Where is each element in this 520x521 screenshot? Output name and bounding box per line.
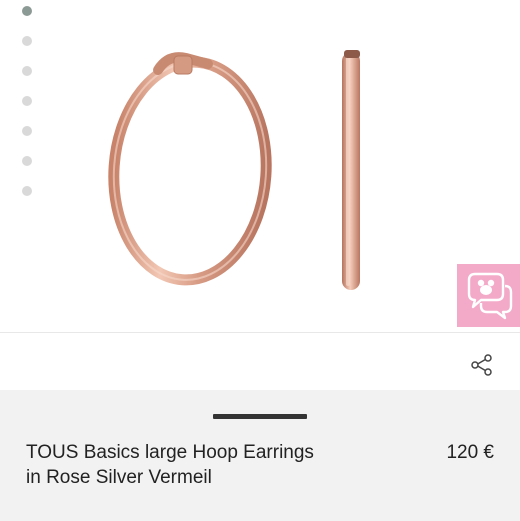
product-price: 120 € bbox=[446, 442, 494, 463]
chat-button[interactable] bbox=[457, 264, 520, 327]
share-button[interactable] bbox=[470, 353, 494, 377]
share-icon bbox=[471, 354, 492, 376]
sheet-drag-handle[interactable] bbox=[213, 414, 307, 419]
product-name: TOUS Basics large Hoop Earrings in Rose … bbox=[26, 442, 314, 488]
gallery-dot-1[interactable] bbox=[22, 6, 32, 16]
front-hoop bbox=[108, 52, 272, 286]
gallery-dot-5[interactable] bbox=[22, 126, 32, 136]
product-image[interactable] bbox=[90, 40, 390, 302]
chat-bubbles-icon bbox=[467, 272, 513, 320]
gallery-dot-2[interactable] bbox=[22, 36, 32, 46]
gallery-dot-7[interactable] bbox=[22, 186, 32, 196]
side-hoop bbox=[342, 50, 360, 290]
product-gallery[interactable] bbox=[0, 0, 520, 332]
gallery-dot-4[interactable] bbox=[22, 96, 32, 106]
gallery-dot-3[interactable] bbox=[22, 66, 32, 76]
product-info-sheet[interactable]: TOUS Basics large Hoop Earrings in Rose … bbox=[0, 390, 520, 521]
gallery-dot-6[interactable] bbox=[22, 156, 32, 166]
share-row bbox=[0, 333, 520, 390]
